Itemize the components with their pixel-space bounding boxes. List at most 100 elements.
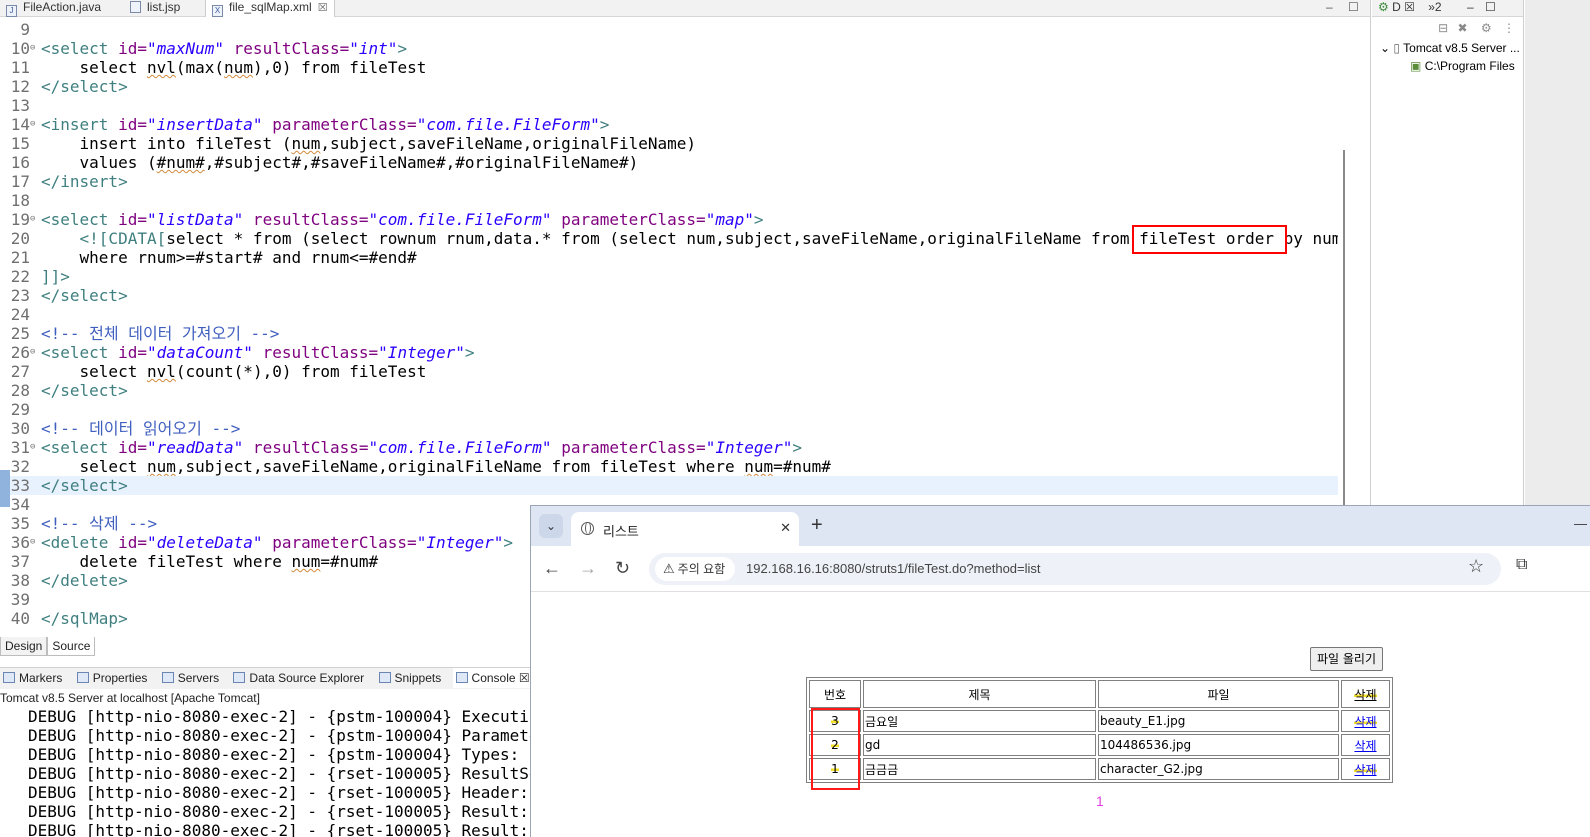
code-line: 9 xyxy=(0,20,1338,39)
console-line: DEBUG [http-nio-8080-exec-2] - {rset-100… xyxy=(28,764,530,783)
security-warning-chip[interactable]: ⚠ 주의 요함 xyxy=(655,557,736,581)
forward-icon[interactable]: → xyxy=(579,558,597,578)
code-line: 32 select num,subject,saveFileName,origi… xyxy=(0,457,1338,476)
line-number: 9 xyxy=(20,20,30,39)
row-subject[interactable]: gd xyxy=(863,734,1096,756)
address-bar[interactable]: ⚠ 주의 요함 192.168.16.16:8080/struts1/fileTe… xyxy=(649,553,1501,585)
more-views-label[interactable]: »2 xyxy=(1428,0,1441,14)
minimize-icon[interactable]: — xyxy=(1574,516,1587,531)
server-path-item[interactable]: ▣ C:\Program Files xyxy=(1372,57,1523,75)
line-number: 35 xyxy=(10,514,30,533)
browser-toolbar: ← → ↻ ⚠ 주의 요함 192.168.16.16:8080/struts1/… xyxy=(531,546,1590,592)
tab-d[interactable]: D xyxy=(1392,0,1401,14)
row-subject[interactable]: 금금금 xyxy=(863,758,1096,780)
tab-design[interactable]: Design xyxy=(0,637,48,656)
new-tab-icon[interactable]: + xyxy=(811,515,823,535)
fold-icon[interactable]: ⊖ xyxy=(30,533,35,552)
server-path-label: C:\Program Files xyxy=(1424,59,1515,73)
server-item[interactable]: ⌄ ▯ Tomcat v8.5 Server ... xyxy=(1372,39,1523,57)
extensions-icon[interactable]: ⧉ xyxy=(1516,556,1527,574)
row-file[interactable]: 104486536.jpg xyxy=(1098,734,1339,756)
jsp-file-icon xyxy=(130,1,141,13)
table-header: 번호 제목 파일 삭제 xyxy=(809,680,1390,708)
editor-scrollbar[interactable] xyxy=(1343,150,1345,505)
close-icon[interactable]: ☒ xyxy=(1404,0,1415,14)
col-file: 파일 xyxy=(1098,680,1339,708)
console-line: DEBUG [http-nio-8080-exec-2] - {pstm-100… xyxy=(28,726,530,745)
minimize-icon[interactable]: – xyxy=(1467,0,1474,14)
line-number: 36 xyxy=(10,533,30,552)
code-line: 30 <!-- 데이터 읽어오기 --> xyxy=(0,419,1338,438)
url-text[interactable]: 192.168.16.16:8080/struts1/fileTest.do?m… xyxy=(746,561,1041,576)
tab-fileaction-java[interactable]: J FileAction.java xyxy=(0,0,101,17)
code-line: 15 insert into fileTest (num,subject,sav… xyxy=(0,134,1338,153)
code-line: 10 ⊖ <select id="maxNum" resultClass="int"… xyxy=(0,39,1338,58)
star-icon[interactable]: ☆ xyxy=(1468,556,1484,577)
tab-list-jsp[interactable]: list.jsp xyxy=(124,0,180,17)
delete-link[interactable]: 삭제 xyxy=(1354,714,1377,729)
publish-icon[interactable]: ⚙ xyxy=(1481,21,1492,35)
browser-window: ⌄ 리스트 ✕ + — ← → ↻ ⚠ 주의 요함 192.168.16.16:8… xyxy=(530,505,1590,837)
current-line-marker xyxy=(0,470,10,507)
design-source-tabs: Design Source xyxy=(0,637,96,657)
row-file[interactable]: character_G2.jpg xyxy=(1098,758,1339,780)
minimize-icon[interactable]: – xyxy=(1326,0,1333,14)
tab-console[interactable]: Console ☒ xyxy=(452,668,530,688)
delete-link[interactable]: 삭제 xyxy=(1354,762,1377,777)
code-line: 18 xyxy=(0,191,1338,210)
line-number: 25 xyxy=(10,324,30,343)
console-output[interactable]: DEBUG [http-nio-8080-exec-2] - {pstm-100… xyxy=(0,707,530,837)
close-icon[interactable]: ☒ xyxy=(519,671,530,685)
line-number: 20 xyxy=(10,229,30,248)
console-title: Tomcat v8.5 Server at localhost [Apache … xyxy=(0,691,260,705)
delete-link[interactable]: 삭제 xyxy=(1354,739,1376,753)
tab-file-sqlmap-xml[interactable]: Xfile_sqlMap.xml ☒ xyxy=(205,0,335,17)
gear-icon: ⚙ xyxy=(1378,0,1389,14)
browser-tab[interactable]: 리스트 ✕ xyxy=(571,512,799,546)
code-line-current: 33 </select> xyxy=(0,476,1338,495)
console-line: DEBUG [http-nio-8080-exec-2] - {rset-100… xyxy=(28,783,530,802)
fold-icon[interactable]: ⊖ xyxy=(30,115,35,134)
line-number: 22 xyxy=(10,267,30,286)
code-line: 27 select nvl(count(*),0) from fileTest xyxy=(0,362,1338,381)
maximize-icon[interactable]: ☐ xyxy=(1348,0,1359,14)
reload-icon[interactable]: ↻ xyxy=(615,558,630,578)
line-number: 28 xyxy=(10,381,30,400)
maximize-icon[interactable]: ☐ xyxy=(1485,0,1496,14)
collapse-icon[interactable]: ⊟ xyxy=(1438,21,1448,35)
chevron-down-icon[interactable]: ⌄ xyxy=(1380,41,1390,55)
tab-markers[interactable]: Markers xyxy=(0,668,62,688)
tab-data-source-explorer[interactable]: Data Source Explorer xyxy=(230,668,364,688)
tab-snippets[interactable]: Snippets xyxy=(376,668,441,688)
line-number: 10 xyxy=(10,39,30,58)
page-link[interactable]: 1 xyxy=(1096,793,1104,809)
tab-properties[interactable]: Properties xyxy=(74,668,147,688)
tab-source[interactable]: Source xyxy=(47,637,96,656)
fold-icon[interactable]: ⊖ xyxy=(30,39,35,58)
upload-file-button[interactable]: 파일 올리기 xyxy=(1310,647,1384,671)
back-icon[interactable]: ← xyxy=(543,558,561,578)
delete-icon[interactable]: ✖ xyxy=(1457,21,1467,35)
line-number: 40 xyxy=(10,609,30,628)
java-file-icon: J xyxy=(6,5,17,17)
fold-icon[interactable]: ⊖ xyxy=(30,343,35,362)
line-number: 24 xyxy=(10,305,30,324)
close-tab-icon[interactable]: ☒ xyxy=(318,2,328,14)
line-number: 23 xyxy=(10,286,30,305)
tab-servers[interactable]: Servers xyxy=(159,668,219,688)
line-number: 16 xyxy=(10,153,30,172)
tab-search-icon[interactable]: ⌄ xyxy=(539,514,563,538)
close-icon[interactable]: ✕ xyxy=(780,520,791,536)
fold-icon[interactable]: ⊖ xyxy=(30,438,35,457)
row-subject[interactable]: 금요일 xyxy=(863,710,1096,732)
views-tabbar: Markers Properties Servers Data Source E… xyxy=(0,667,530,689)
row-file[interactable]: beauty_E1.jpg xyxy=(1098,710,1339,732)
page-content: 파일 올리기 번호 제목 파일 삭제 3 금요일 beauty_E1.jpg 삭… xyxy=(531,593,1590,837)
code-line: 24 xyxy=(0,305,1338,324)
fold-icon[interactable]: ⊖ xyxy=(30,210,35,229)
menu-icon[interactable]: ⋮ xyxy=(1503,21,1515,35)
highlight-number-column xyxy=(811,708,860,790)
warning-icon: ⚠ xyxy=(663,561,675,576)
row-delete: 삭제 xyxy=(1341,758,1390,780)
console-line: DEBUG [http-nio-8080-exec-2] - {rset-100… xyxy=(28,802,530,821)
